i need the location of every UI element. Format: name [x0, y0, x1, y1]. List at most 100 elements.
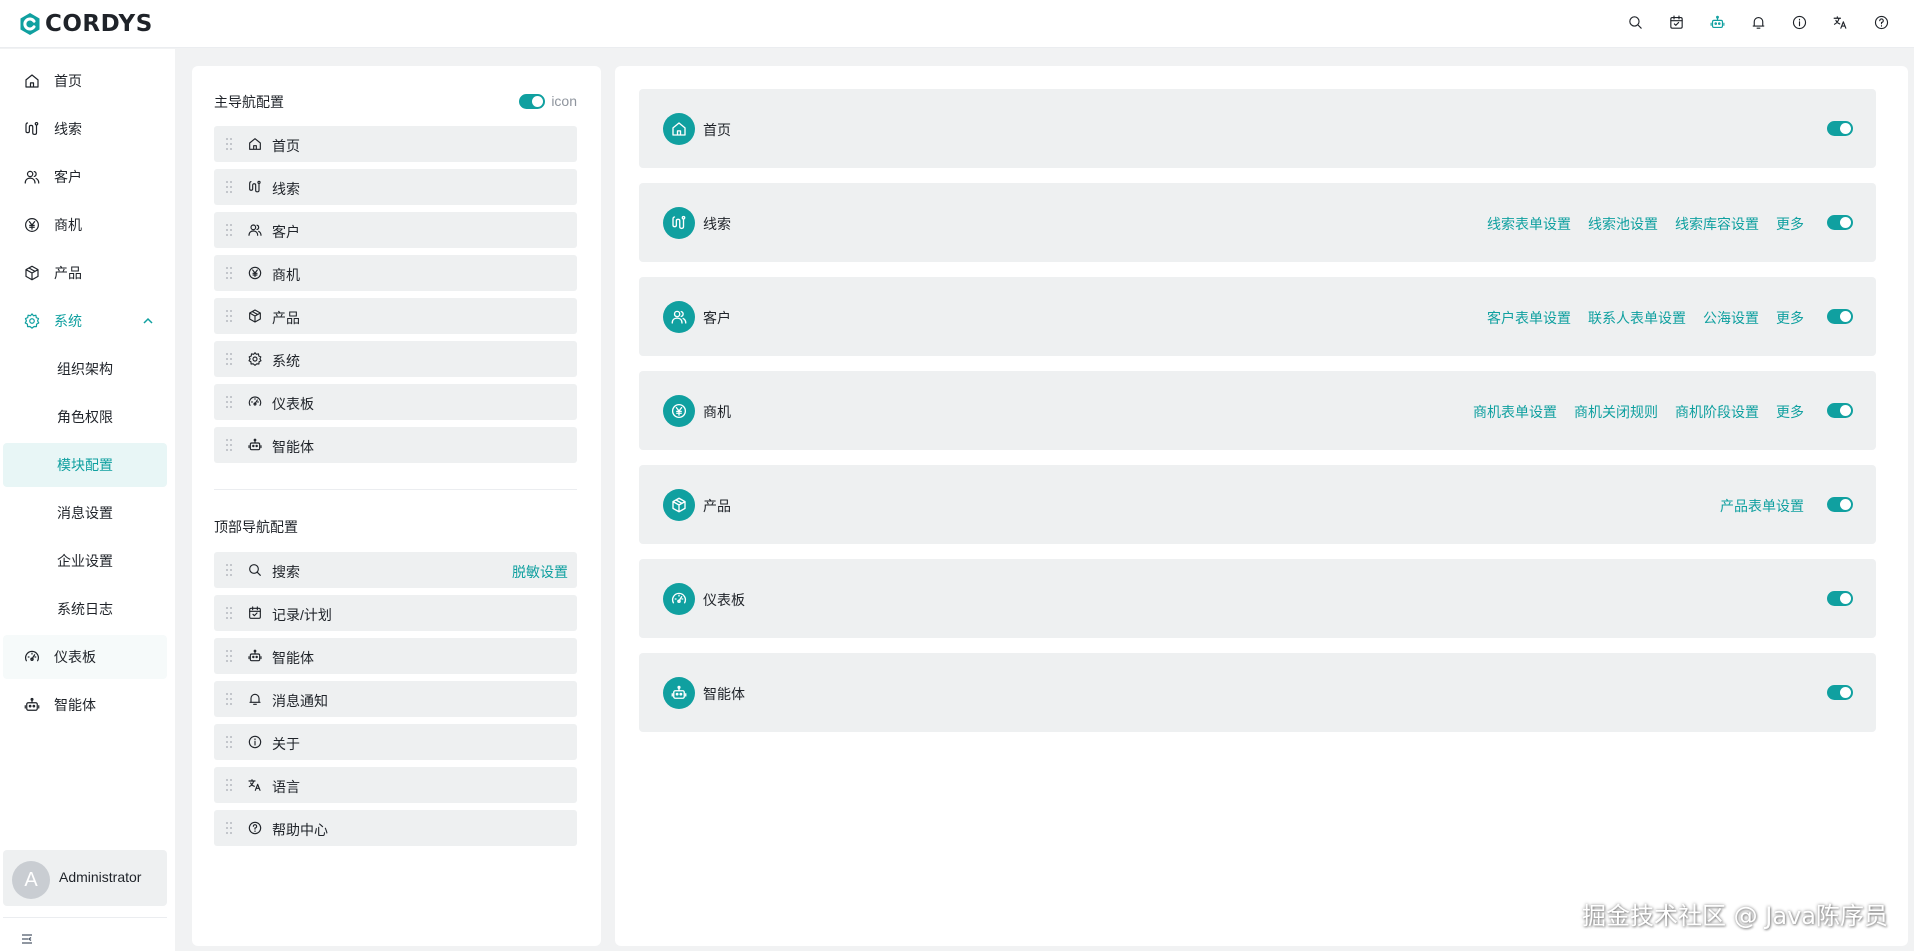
- drag-handle-icon[interactable]: [225, 352, 233, 366]
- module-enable-toggle[interactable]: [1827, 497, 1853, 512]
- module-settings-link[interactable]: 更多: [1776, 214, 1804, 234]
- drag-handle-icon[interactable]: [225, 563, 233, 577]
- top-toolbar: [1615, 0, 1902, 44]
- sidebar-item-label: 线索: [54, 121, 82, 137]
- module-enable-toggle[interactable]: [1827, 591, 1853, 606]
- top-bar: CORDYS: [0, 0, 1914, 48]
- sidebar-item-label: 客户: [54, 169, 82, 185]
- calendar-button[interactable]: [1656, 0, 1697, 44]
- module-settings-link[interactable]: 更多: [1776, 402, 1804, 422]
- nav-config-row[interactable]: 首页: [214, 126, 577, 162]
- calendar-icon: [1670, 15, 1683, 29]
- sidebar-item-dashboard[interactable]: 仪表板: [3, 635, 167, 679]
- nav-config-row[interactable]: 智能体: [214, 638, 577, 674]
- sidebar-item-label: 系统: [54, 313, 82, 329]
- drag-handle-icon[interactable]: [225, 692, 233, 706]
- module-settings-link[interactable]: 公海设置: [1703, 308, 1759, 328]
- sidebar-divider: [3, 917, 167, 918]
- nav-config-row[interactable]: 系统: [214, 341, 577, 377]
- section-divider: [214, 489, 577, 490]
- sidebar-item-label: 产品: [54, 265, 82, 281]
- module-settings-links: 产品表单设置: [1703, 496, 1804, 516]
- help-button[interactable]: [1861, 0, 1902, 44]
- sidebar-item-sub-10[interactable]: 企业设置: [3, 539, 167, 583]
- drag-handle-icon[interactable]: [225, 778, 233, 792]
- translate-button[interactable]: [1820, 0, 1861, 44]
- drag-handle-icon[interactable]: [225, 606, 233, 620]
- sidebar-item-label: 模块配置: [57, 457, 113, 473]
- nav-config-row[interactable]: 智能体: [214, 427, 577, 463]
- sidebar-item-home[interactable]: 首页: [3, 59, 167, 103]
- top-nav-config-title: 顶部导航配置: [214, 519, 298, 535]
- collapse-sidebar-icon[interactable]: [19, 931, 35, 947]
- app-logo[interactable]: CORDYS: [18, 8, 153, 40]
- sidebar-item-customer[interactable]: 客户: [3, 155, 167, 199]
- nav-config-row[interactable]: 消息通知: [214, 681, 577, 717]
- drag-handle-icon[interactable]: [225, 649, 233, 663]
- module-card-home: 首页: [639, 89, 1876, 168]
- module-settings-link[interactable]: 客户表单设置: [1487, 308, 1571, 328]
- nav-config-row[interactable]: 线索: [214, 169, 577, 205]
- drag-handle-icon[interactable]: [225, 309, 233, 323]
- robot-button[interactable]: [1697, 0, 1738, 44]
- desensitize-settings-link[interactable]: 脱敏设置: [512, 562, 568, 582]
- module-enable-toggle[interactable]: [1827, 403, 1853, 418]
- search-button[interactable]: [1615, 0, 1656, 44]
- nav-config-row[interactable]: 记录/计划: [214, 595, 577, 631]
- module-settings-link[interactable]: 商机阶段设置: [1675, 402, 1759, 422]
- dashboard-icon: [247, 394, 263, 410]
- nav-config-row[interactable]: 商机: [214, 255, 577, 291]
- icon-toggle-switch[interactable]: [519, 93, 546, 109]
- module-enable-toggle[interactable]: [1827, 685, 1853, 700]
- drag-handle-icon[interactable]: [225, 180, 233, 194]
- module-settings-link[interactable]: 线索库容设置: [1675, 214, 1759, 234]
- sidebar-item-clue[interactable]: 线索: [3, 107, 167, 151]
- nav-config-row[interactable]: 仪表板: [214, 384, 577, 420]
- sidebar-item-sub-9[interactable]: 消息设置: [3, 491, 167, 535]
- nav-config-row[interactable]: 关于: [214, 724, 577, 760]
- module-settings-link[interactable]: 商机关闭规则: [1574, 402, 1658, 422]
- user-menu[interactable]: A Administrator: [3, 850, 167, 906]
- module-name: 商机: [703, 404, 731, 420]
- home-icon: [663, 113, 695, 145]
- drag-handle-icon[interactable]: [225, 266, 233, 280]
- module-card-yen: 商机 商机表单设置 商机关闭规则 商机阶段设置 更多: [639, 371, 1876, 450]
- customer-icon: [23, 168, 41, 186]
- drag-handle-icon[interactable]: [225, 395, 233, 409]
- sidebar-item-box[interactable]: 产品: [3, 251, 167, 295]
- module-enable-toggle[interactable]: [1827, 215, 1853, 230]
- sidebar-item-sub-7[interactable]: 角色权限: [3, 395, 167, 439]
- module-settings-link[interactable]: 线索表单设置: [1487, 214, 1571, 234]
- sidebar-item-yen[interactable]: 商机: [3, 203, 167, 247]
- module-settings-link[interactable]: 产品表单设置: [1720, 496, 1804, 516]
- bell-button[interactable]: [1738, 0, 1779, 44]
- nav-config-label: 搜索: [272, 564, 300, 580]
- sidebar-item-sub-11[interactable]: 系统日志: [3, 587, 167, 631]
- nav-config-row[interactable]: 语言: [214, 767, 577, 803]
- drag-handle-icon[interactable]: [225, 137, 233, 151]
- module-settings-link[interactable]: 线索池设置: [1588, 214, 1658, 234]
- module-settings-links: 线索表单设置 线索池设置 线索库容设置 更多: [1470, 214, 1804, 234]
- nav-config-row[interactable]: 帮助中心: [214, 810, 577, 846]
- module-enable-toggle[interactable]: [1827, 309, 1853, 324]
- nav-config-row[interactable]: 搜索 脱敏设置: [214, 552, 577, 588]
- module-settings-link[interactable]: 联系人表单设置: [1588, 308, 1686, 328]
- module-settings-link[interactable]: 商机表单设置: [1473, 402, 1557, 422]
- sidebar-item-gear[interactable]: 系统: [3, 299, 167, 343]
- icon-display-toggle[interactable]: icon: [519, 93, 577, 109]
- drag-handle-icon[interactable]: [225, 821, 233, 835]
- info-button[interactable]: [1779, 0, 1820, 44]
- module-enable-toggle[interactable]: [1827, 121, 1853, 136]
- drag-handle-icon[interactable]: [225, 438, 233, 452]
- drag-handle-icon[interactable]: [225, 735, 233, 749]
- chevron-up-icon: [141, 314, 155, 328]
- sidebar-item-sub-8[interactable]: 模块配置: [3, 443, 167, 487]
- sidebar-item-sub-6[interactable]: 组织架构: [3, 347, 167, 391]
- user-name: Administrator: [59, 869, 142, 885]
- module-settings-link[interactable]: 更多: [1776, 308, 1804, 328]
- nav-config-label: 仪表板: [272, 396, 314, 412]
- nav-config-row[interactable]: 产品: [214, 298, 577, 334]
- sidebar-item-robot[interactable]: 智能体: [3, 683, 167, 727]
- nav-config-row[interactable]: 客户: [214, 212, 577, 248]
- drag-handle-icon[interactable]: [225, 223, 233, 237]
